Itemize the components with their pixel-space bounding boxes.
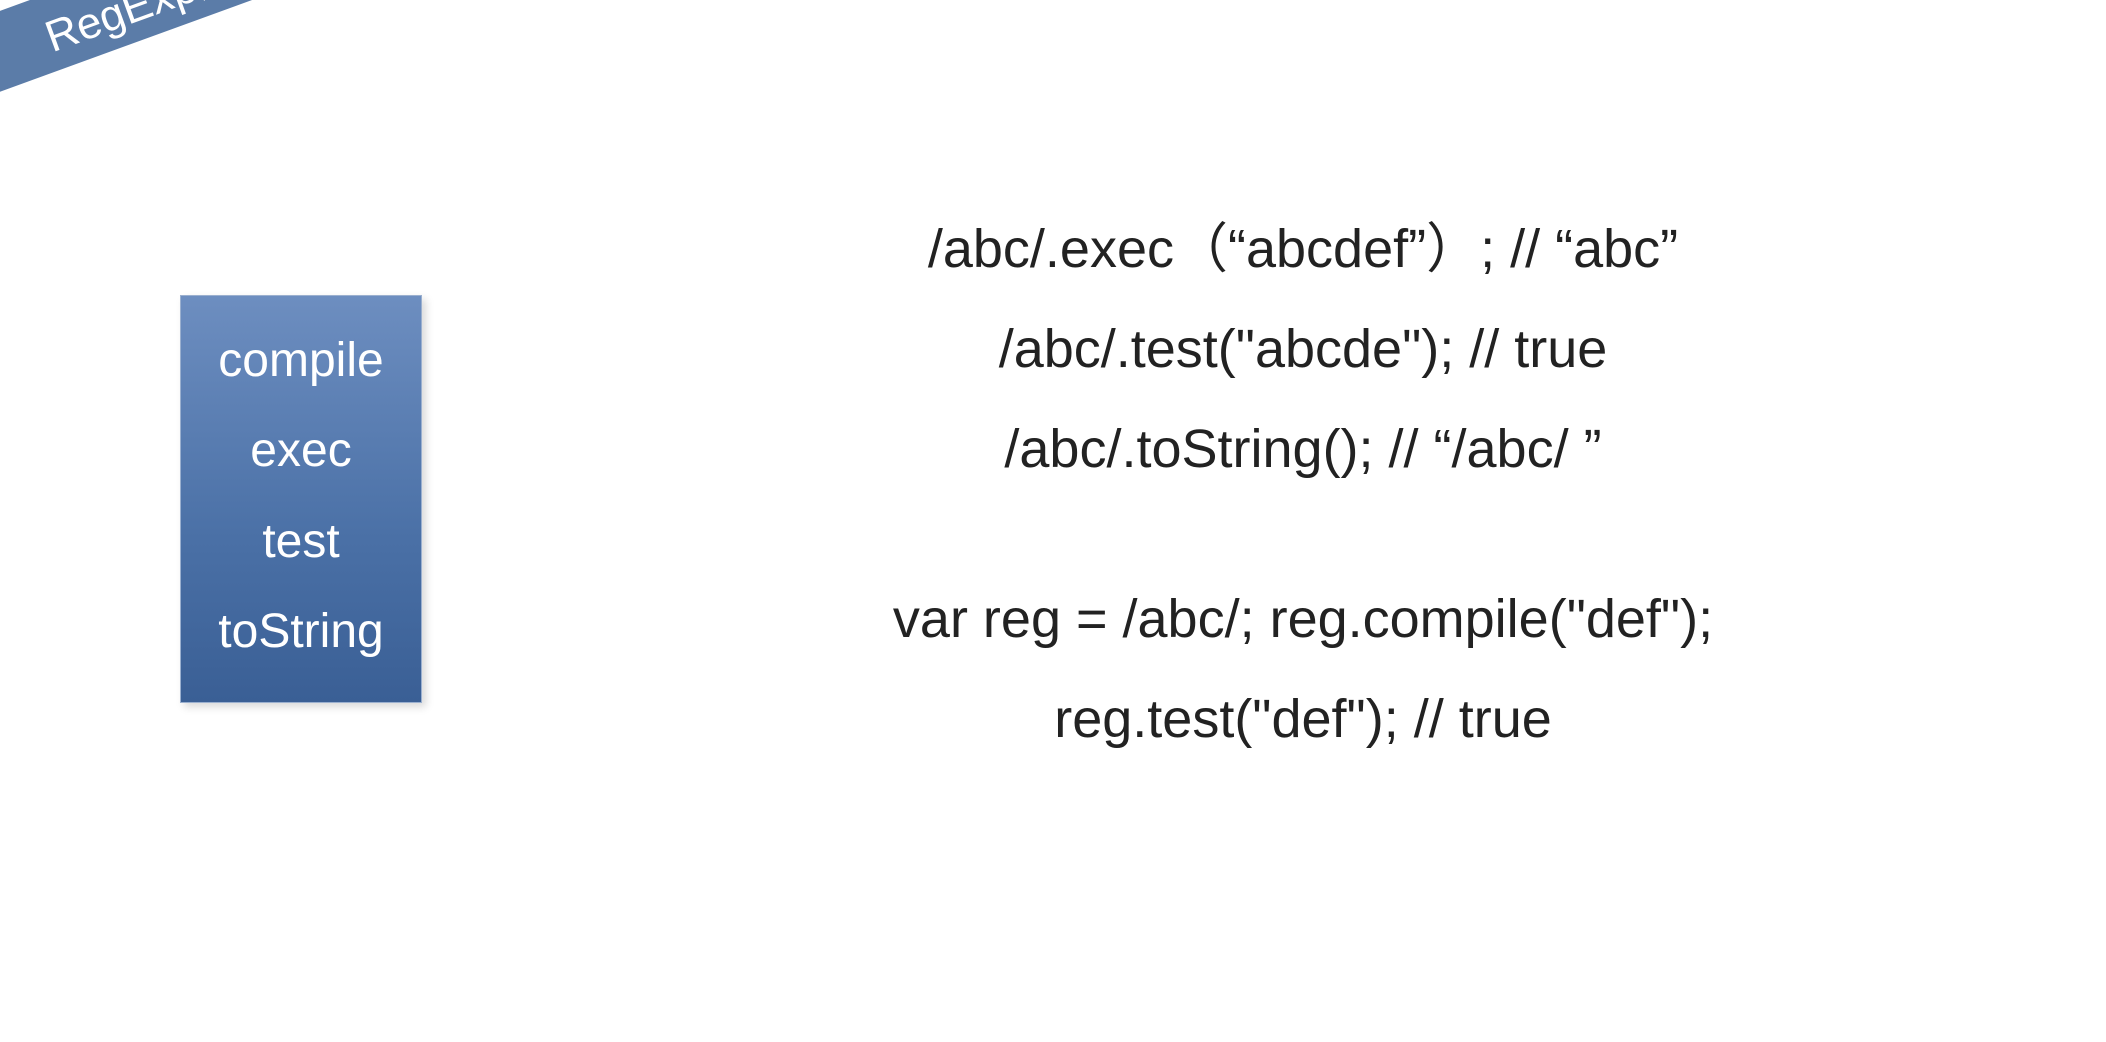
code-line: reg.test("def"); // true <box>540 670 2066 770</box>
blank-line <box>540 500 2066 570</box>
code-area: /abc/.exec（“abcdef”）; // “abc” /abc/.tes… <box>540 200 2066 769</box>
method-item: compile <box>181 316 421 406</box>
code-line: /abc/.exec（“abcdef”）; // “abc” <box>540 200 2066 300</box>
title-ribbon: RegExp对象方法 <box>0 0 446 111</box>
code-line: /abc/.test("abcde"); // true <box>540 300 2066 400</box>
method-item: test <box>181 497 421 587</box>
ribbon-text: RegExp对象方法 <box>39 0 368 62</box>
code-line: /abc/.toString(); // “/abc/ ” <box>540 400 2066 500</box>
code-line: var reg = /abc/; reg.compile("def"); <box>540 570 2066 670</box>
method-item: toString <box>181 587 421 677</box>
methods-box: compile exec test toString <box>180 295 422 703</box>
method-item: exec <box>181 406 421 496</box>
